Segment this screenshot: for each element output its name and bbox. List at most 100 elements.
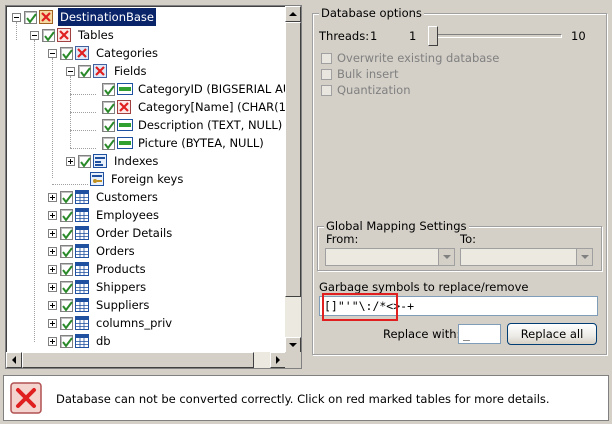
expand-toggle[interactable] — [48, 282, 57, 292]
scroll-up-button[interactable] — [285, 6, 301, 22]
threads-value: 1 — [409, 29, 417, 43]
checkbox-checked[interactable] — [60, 208, 73, 222]
tree-node-tables[interactable]: Tables — [30, 26, 116, 44]
replace-with-input[interactable]: _ — [458, 324, 501, 344]
checkbox-checked[interactable] — [60, 280, 73, 294]
dropdown-button[interactable] — [576, 249, 592, 265]
from-label: From: — [326, 232, 359, 246]
expand-toggle[interactable] — [48, 318, 57, 328]
expand-toggle[interactable] — [48, 336, 57, 346]
checkbox-checked[interactable] — [78, 154, 91, 168]
checkbox-checked[interactable] — [60, 46, 73, 60]
tree-node-table[interactable]: columns_priv — [48, 314, 174, 332]
checkbox-checked[interactable] — [102, 100, 115, 114]
dropdown-button[interactable] — [438, 249, 454, 265]
checkbox-checked[interactable] — [42, 28, 55, 42]
chevron-down-icon — [580, 255, 589, 259]
field-icon — [117, 82, 133, 96]
tree-node-label: CategoryID (BIGSERIAL AUTO — [138, 82, 286, 96]
scroll-right-button[interactable] — [270, 352, 286, 368]
quantization-checkbox-row[interactable]: Quantization — [321, 83, 411, 97]
table-icon — [75, 208, 91, 222]
tree-node-indexes[interactable]: Indexes — [66, 152, 160, 170]
collapse-toggle[interactable] — [48, 48, 57, 58]
expand-toggle[interactable] — [48, 300, 57, 310]
group-title: Global Mapping Settings — [324, 219, 469, 233]
tree-node-fields[interactable]: Fields — [66, 62, 149, 80]
expand-toggle[interactable] — [48, 228, 57, 238]
tree-node-foreign-keys[interactable]: Foreign keys — [90, 170, 185, 188]
tree-node-table[interactable]: Orders — [48, 242, 137, 260]
tree-node-field[interactable]: Category[Name] (CHAR(15), — [102, 98, 286, 116]
scroll-left-button[interactable] — [6, 352, 22, 368]
checkbox-checked[interactable] — [102, 136, 115, 150]
tree-node-table[interactable]: Shippers — [48, 278, 148, 296]
field-icon — [117, 118, 133, 132]
checkbox-checked[interactable] — [102, 82, 115, 96]
tree-horizontal-scrollbar[interactable] — [6, 352, 286, 368]
checkbox-checked[interactable] — [78, 64, 91, 78]
tree-node-label: columns_priv — [96, 316, 173, 330]
expand-toggle[interactable] — [66, 156, 75, 166]
error-icon — [57, 28, 73, 42]
checkbox-checked[interactable] — [24, 10, 37, 24]
expand-toggle[interactable] — [48, 210, 57, 220]
tree-node-table[interactable]: db — [48, 332, 113, 350]
database-tree[interactable]: DestinationBase Tables Categories Fields… — [5, 5, 302, 369]
tree-node-field[interactable]: Picture (BYTEA, NULL) — [102, 134, 266, 152]
table-icon — [75, 190, 91, 204]
expand-toggle[interactable] — [48, 192, 57, 202]
arrow-down-icon — [289, 343, 297, 347]
error-icon — [10, 382, 42, 414]
checkbox-checked[interactable] — [60, 262, 73, 276]
tree-node-label: Suppliers — [96, 298, 150, 312]
table-icon — [75, 262, 91, 276]
collapse-toggle[interactable] — [12, 12, 21, 22]
overwrite-checkbox[interactable] — [321, 52, 332, 64]
tree-node-root[interactable]: DestinationBase — [12, 7, 157, 27]
tree-node-table[interactable]: Suppliers — [48, 296, 151, 314]
expand-toggle[interactable] — [48, 246, 57, 256]
status-bar: Database can not be converted correctly.… — [3, 375, 609, 421]
checkbox-checked[interactable] — [102, 118, 115, 132]
tree-node-table[interactable]: Products — [48, 260, 148, 278]
tree-node-label: Indexes — [114, 154, 159, 168]
bulk-insert-checkbox[interactable] — [321, 68, 332, 80]
tree-node-table[interactable]: Employees — [48, 206, 161, 224]
scroll-thumb[interactable] — [285, 22, 301, 297]
group-title: Database options — [319, 6, 424, 20]
scroll-thumb[interactable] — [22, 352, 254, 368]
checkbox-checked[interactable] — [60, 226, 73, 240]
field-icon — [117, 136, 133, 150]
threads-slider-track[interactable] — [428, 34, 562, 38]
from-select[interactable] — [325, 248, 455, 266]
replace-all-button[interactable]: Replace all — [507, 323, 597, 345]
checkbox-checked[interactable] — [60, 190, 73, 204]
tree-node-field[interactable]: CategoryID (BIGSERIAL AUTO — [102, 80, 286, 98]
bulk-insert-label: Bulk insert — [337, 67, 399, 81]
tree-node-label: Shippers — [96, 280, 147, 294]
bulk-insert-checkbox-row[interactable]: Bulk insert — [321, 67, 398, 81]
threads-slider-thumb[interactable] — [428, 26, 438, 46]
tree-node-table[interactable]: Customers — [48, 188, 160, 206]
tree-node-categories[interactable]: Categories — [48, 44, 160, 62]
checkbox-checked[interactable] — [60, 334, 73, 348]
quantization-label: Quantization — [337, 83, 411, 97]
overwrite-checkbox-row[interactable]: Overwrite existing database — [321, 51, 499, 65]
tree-vertical-scrollbar[interactable] — [285, 6, 301, 353]
checkbox-checked[interactable] — [60, 298, 73, 312]
collapse-toggle[interactable] — [66, 66, 75, 76]
checkbox-checked[interactable] — [60, 316, 73, 330]
tree-node-table[interactable]: Order Details — [48, 224, 174, 242]
collapse-toggle[interactable] — [30, 30, 39, 40]
quantization-checkbox[interactable] — [321, 84, 332, 96]
error-table-icon — [75, 46, 91, 60]
threads-label: Threads: — [319, 29, 370, 43]
scroll-down-button[interactable] — [285, 337, 301, 353]
checkbox-checked[interactable] — [60, 244, 73, 258]
tree-node-field[interactable]: Description (TEXT, NULL) — [102, 116, 284, 134]
to-select[interactable] — [460, 248, 593, 266]
expand-toggle[interactable] — [48, 264, 57, 274]
tree-node-label: Products — [96, 262, 146, 276]
error-fields-icon — [93, 64, 109, 78]
